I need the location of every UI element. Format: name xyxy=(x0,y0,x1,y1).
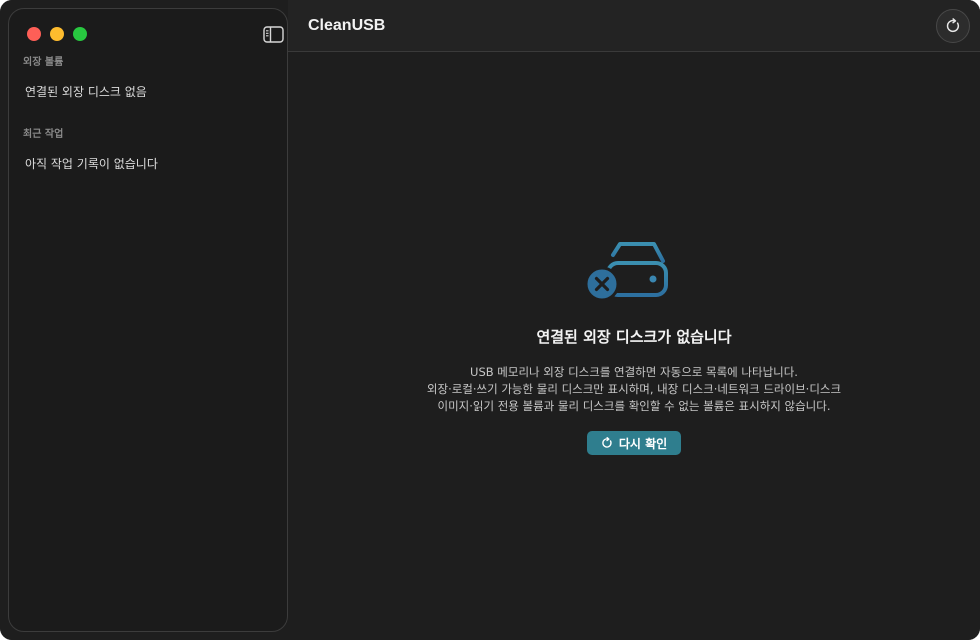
refresh-button[interactable] xyxy=(936,9,970,43)
refresh-icon xyxy=(946,18,960,33)
sidebar-toggle-button[interactable] xyxy=(263,26,284,43)
empty-state-description: USB 메모리나 외장 디스크를 연결하면 자동으로 목록에 나타납니다. 외장… xyxy=(288,364,980,415)
description-line: 이미지·읽기 전용 볼륨과 물리 디스크를 확인할 수 없는 볼륨은 표시하지 … xyxy=(437,399,831,413)
description-line: USB 메모리나 외장 디스크를 연결하면 자동으로 목록에 나타납니다. xyxy=(470,365,798,379)
app-window: CleanUSB 외장 볼륨 연결된 외장 디스크 없음 최근 작업 아직 작업… xyxy=(0,0,980,640)
sidebar: 외장 볼륨 연결된 외장 디스크 없음 최근 작업 아직 작업 기록이 없습니다 xyxy=(8,8,288,632)
sidebar-item-no-external-disk: 연결된 외장 디스크 없음 xyxy=(25,85,147,99)
empty-state-title: 연결된 외장 디스크가 없습니다 xyxy=(536,328,732,346)
app-title: CleanUSB xyxy=(308,17,386,34)
section-title-recent-tasks: 최근 작업 xyxy=(23,129,64,140)
retry-button[interactable]: 다시 확인 xyxy=(587,431,681,455)
section-title-external-volumes: 외장 볼륨 xyxy=(23,57,64,68)
description-line: 외장·로컬·쓰기 가능한 물리 디스크만 표시하며, 내장 디스크·네트워크 드… xyxy=(426,382,842,396)
disk-error-icon xyxy=(584,242,668,302)
sidebar-toggle-icon xyxy=(263,26,284,43)
zoom-window-button[interactable] xyxy=(73,27,87,41)
toolbar xyxy=(288,0,980,52)
refresh-icon xyxy=(602,437,612,448)
sidebar-item-no-history: 아직 작업 기록이 없습니다 xyxy=(25,157,158,171)
close-window-button[interactable] xyxy=(27,27,41,41)
retry-button-label: 다시 확인 xyxy=(618,436,668,451)
minimize-window-button[interactable] xyxy=(50,27,64,41)
empty-state: 연결된 외장 디스크가 없습니다 USB 메모리나 외장 디스크를 연결하면 자… xyxy=(288,52,980,640)
